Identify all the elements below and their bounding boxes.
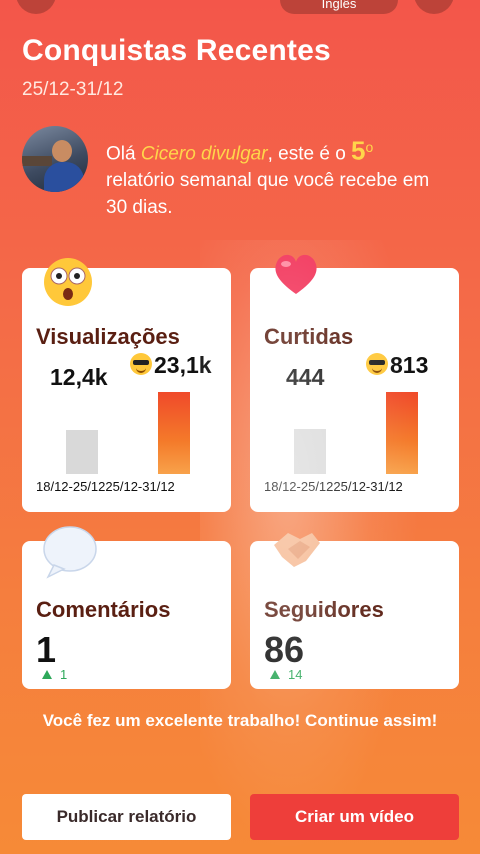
likes-cur-value-row: 813: [366, 352, 428, 379]
followers-delta: 14: [288, 667, 303, 682]
encouragement-message: Você fez um excelente trabalho! Continue…: [42, 711, 438, 730]
user-name: Cicero divulgar: [140, 143, 268, 165]
top-bar: Inglês: [0, 0, 480, 14]
followers-delta-row: 14: [270, 667, 302, 682]
views-prev-bar: [66, 430, 98, 474]
comments-value: 1: [36, 629, 57, 670]
views-cur-value: 23,1k: [154, 352, 212, 378]
publish-report-button[interactable]: Publicar relatório: [22, 794, 231, 840]
comments-delta: 1: [60, 667, 68, 682]
likes-card: Curtidas 444 813 18/12-25/1225/12-31/12: [250, 254, 459, 512]
cool-face-icon: [366, 353, 388, 375]
report-number: 5: [351, 135, 366, 166]
likes-prev-value: 444: [286, 364, 325, 390]
handshake-icon: [274, 533, 320, 567]
greeting-text: Olá Cicero divulgar, este é o 5o relatór…: [106, 134, 446, 221]
greeting-row: Olá Cicero divulgar, este é o 5o relatór…: [22, 126, 462, 226]
likes-cur-bar: [386, 392, 418, 474]
heart-icon: [275, 254, 317, 294]
speech-bubble-icon: [43, 526, 97, 579]
views-card: Visualizações 12,4k 23,1k 18/12-25/1225/…: [22, 258, 231, 512]
page-title: Conquistas Recentes: [22, 34, 331, 67]
views-label: Visualizações: [36, 324, 180, 349]
create-video-button[interactable]: Criar um vídeo: [250, 794, 459, 840]
greeting-prefix: Olá: [106, 143, 141, 165]
up-arrow-icon: [42, 670, 52, 679]
comments-label: Comentários: [36, 597, 171, 622]
surprised-face-icon: [44, 258, 92, 306]
share-button[interactable]: [414, 0, 454, 14]
views-prev-value: 12,4k: [50, 364, 108, 390]
greeting-middle: , este é o: [267, 143, 352, 165]
date-range: 25/12-31/12: [22, 79, 124, 100]
followers-value: 86: [264, 629, 305, 670]
views-dates: 18/12-25/1225/12-31/12: [36, 479, 175, 494]
comments-delta-row: 1: [42, 667, 67, 682]
comments-card: Comentários 1 1: [22, 526, 231, 689]
followers-label: Seguidores: [264, 597, 384, 622]
views-cur-value-row: 23,1k: [130, 352, 212, 379]
views-cur-bar: [158, 392, 190, 474]
followers-card: Seguidores 86 14: [250, 533, 459, 689]
up-arrow-icon: [270, 670, 280, 679]
cool-face-icon: [130, 353, 152, 375]
back-button[interactable]: [16, 0, 56, 14]
likes-prev-bar: [294, 429, 326, 474]
avatar: [22, 126, 88, 192]
likes-label: Curtidas: [264, 324, 354, 349]
greeting-suffix: relatório semanal que você recebe em 30 …: [106, 170, 430, 219]
likes-dates: 18/12-25/1225/12-31/12: [264, 479, 403, 494]
report-ordinal: o: [365, 139, 374, 155]
language-button[interactable]: Inglês: [280, 0, 398, 14]
likes-cur-value: 813: [390, 352, 429, 378]
